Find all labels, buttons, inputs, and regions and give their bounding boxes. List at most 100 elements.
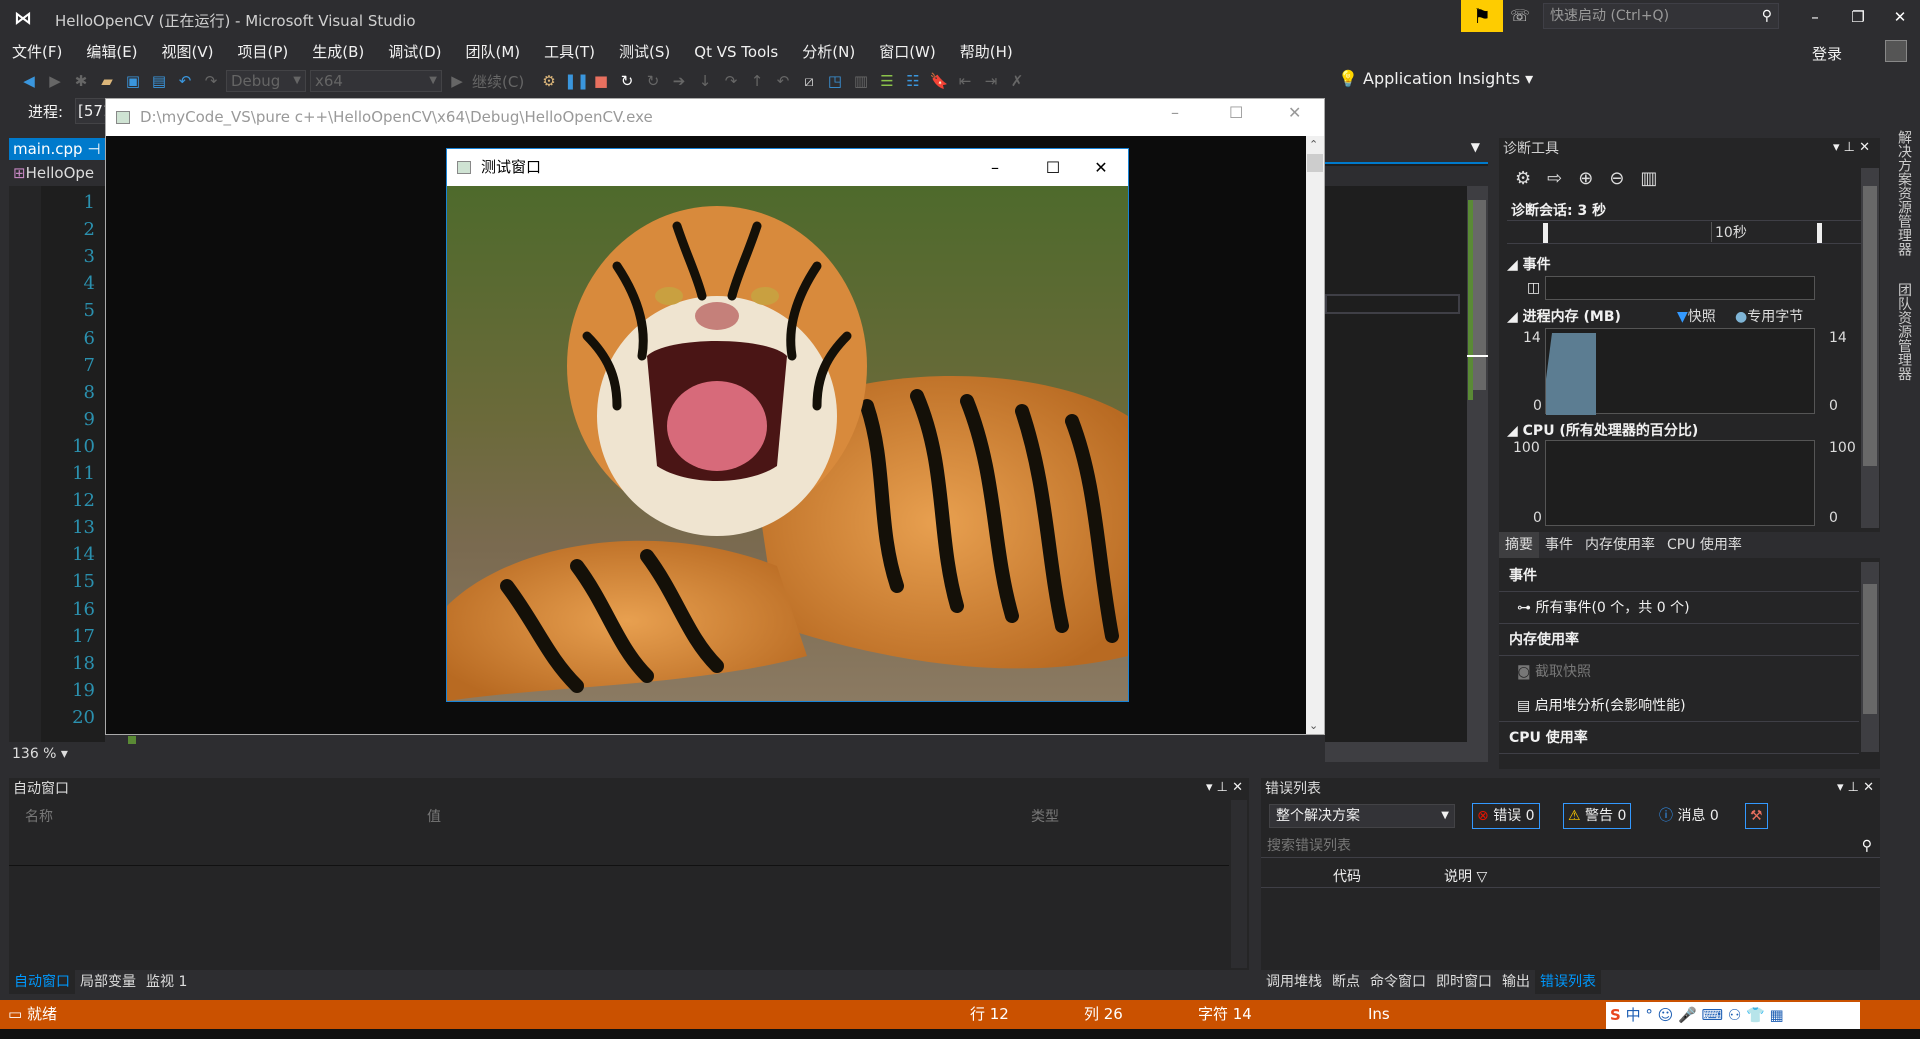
avatar[interactable]	[1885, 40, 1907, 62]
sign-in-link[interactable]: 登录	[1812, 43, 1842, 64]
hex-display-icon[interactable]: ⧄	[798, 70, 820, 92]
column-code[interactable]: 代码	[1333, 866, 1361, 886]
scroll-down-icon[interactable]: ⌄	[1309, 719, 1318, 732]
tab-cpu[interactable]: CPU 使用率	[1661, 532, 1748, 558]
scrollbar-thumb[interactable]	[1307, 154, 1323, 172]
scrollbar-thumb[interactable]	[1863, 584, 1877, 714]
menu-team[interactable]: 团队(M)	[454, 40, 533, 64]
restart-icon[interactable]: ↻	[616, 70, 638, 92]
menu-file[interactable]: 文件(F)	[0, 40, 74, 64]
build-filter-icon[interactable]: ⚒	[1745, 803, 1768, 829]
tab-locals[interactable]: 局部变量	[75, 970, 141, 994]
show-next-statement-icon[interactable]: ➔	[668, 70, 690, 92]
pin-icon[interactable]: ⊣	[87, 140, 100, 158]
quick-launch-input[interactable]: 快速启动 (Ctrl+Q) ⚲	[1543, 3, 1779, 29]
dropdown-icon[interactable]: ▾	[1833, 140, 1840, 155]
search-error-list-input[interactable]: 搜索错误列表 ⚲	[1261, 834, 1880, 858]
restore-button[interactable]: ❐	[1838, 4, 1878, 30]
configuration-select[interactable]: Debug ▼	[226, 70, 306, 92]
events-pause-icon[interactable]: ◫	[1527, 280, 1540, 296]
pause-icon[interactable]: ❚❚	[564, 70, 589, 92]
image-close-button[interactable]: ✕	[1073, 149, 1129, 186]
heap-profiling-button[interactable]: ▤ 启用堆分析(会影响性能)	[1499, 690, 1859, 722]
take-snapshot-button[interactable]: ◙ 截取快照	[1499, 656, 1859, 688]
all-events-link[interactable]: ⊶ 所有事件(0 个，共 0 个)	[1499, 592, 1859, 624]
timeline-ruler[interactable]: 10秒	[1507, 220, 1867, 244]
collapse-icon[interactable]: ◢	[1507, 257, 1518, 273]
continue-icon[interactable]: ▶	[446, 70, 468, 92]
undo-step-icon[interactable]: ↶	[772, 70, 794, 92]
breakpoint-window-icon[interactable]: ◳	[824, 70, 846, 92]
tab-command-window[interactable]: 命令窗口	[1365, 970, 1431, 994]
diag-scrollbar[interactable]	[1861, 168, 1879, 528]
feedback-icon[interactable]: ☏	[1510, 6, 1530, 25]
menu-tools[interactable]: 工具(T)	[532, 40, 607, 64]
new-project-icon[interactable]: ✱	[70, 70, 92, 92]
tab-breakpoints[interactable]: 断点	[1327, 970, 1365, 994]
undo-icon[interactable]: ↶	[174, 70, 196, 92]
tab-memory[interactable]: 内存使用率	[1579, 532, 1661, 558]
pin-icon[interactable]: ⊥	[1217, 780, 1228, 795]
autos-scrollbar[interactable]	[1231, 800, 1247, 968]
continue-button[interactable]: 继续(C)	[472, 71, 534, 92]
console-minimize-button[interactable]: –	[1171, 103, 1179, 122]
open-folder-icon[interactable]: ▰	[96, 70, 118, 92]
forward-icon[interactable]: ▶	[44, 70, 66, 92]
platform-select[interactable]: x64 ▼	[310, 70, 442, 92]
bookmark-icon[interactable]: 🔖	[928, 70, 950, 92]
summary-scrollbar[interactable]	[1861, 562, 1879, 752]
tab-immediate-window[interactable]: 即时窗口	[1431, 970, 1497, 994]
zoom-level-select[interactable]: 136 % ▾	[12, 746, 68, 762]
dropdown-icon[interactable]: ▾	[1837, 780, 1844, 795]
stop-icon[interactable]: ■	[590, 70, 612, 92]
menu-view[interactable]: 视图(V)	[150, 40, 226, 64]
tab-main-cpp[interactable]: main.cpp ⊣	[9, 138, 105, 160]
step-out-icon[interactable]: ↑	[746, 70, 768, 92]
side-tab-team-explorer[interactable]: 团队资源管理器	[1896, 282, 1912, 380]
tab-call-stack[interactable]: 调用堆栈	[1261, 970, 1327, 994]
messages-filter-button[interactable]: ⓘ 消息 0	[1654, 803, 1724, 829]
menu-analyze[interactable]: 分析(N)	[790, 40, 867, 64]
image-window[interactable]: 测试窗口 – ☐ ✕	[446, 148, 1129, 702]
save-all-icon[interactable]: ▤	[148, 70, 170, 92]
filter-icon[interactable]: ▽	[1476, 869, 1487, 885]
collapse-icon[interactable]: ◢	[1507, 309, 1518, 325]
close-icon[interactable]: ✕	[1859, 140, 1870, 155]
zoom-out-icon[interactable]: ⊖	[1609, 168, 1624, 189]
menu-build[interactable]: 生成(B)	[300, 40, 376, 64]
side-tab-solution-explorer[interactable]: 解决方案资源管理器	[1896, 130, 1912, 256]
editor-scrollbar[interactable]	[1467, 186, 1488, 742]
menu-debug[interactable]: 调试(D)	[376, 40, 453, 64]
clear-bookmarks-icon[interactable]: ✗	[1006, 70, 1028, 92]
scroll-up-icon[interactable]: ⌃	[1309, 138, 1318, 151]
next-bookmark-icon[interactable]: ⇥	[980, 70, 1002, 92]
menu-test[interactable]: 测试(S)	[607, 40, 682, 64]
ime-toolbar[interactable]: S 中 ° ☺ 🎤 ⌨ ⚇ 👕 ▦	[1606, 1002, 1860, 1029]
zoom-in-icon[interactable]: ⊕	[1578, 168, 1593, 189]
close-icon[interactable]: ✕	[1232, 780, 1243, 795]
project-nav-dropdown[interactable]: ⊞HelloOpe	[9, 162, 105, 184]
pin-icon[interactable]: ⊥	[1844, 140, 1855, 155]
column-description[interactable]: 说明 ▽	[1444, 866, 1487, 886]
back-icon[interactable]: ◀	[18, 70, 40, 92]
scrollbar-thumb[interactable]	[1863, 186, 1877, 466]
thread-icon[interactable]: ▥	[850, 70, 872, 92]
tab-summary[interactable]: 摘要	[1499, 532, 1539, 558]
redo-icon[interactable]: ↷	[200, 70, 222, 92]
console-scrollbar[interactable]: ⌃ ⌄	[1306, 136, 1324, 734]
select-tools-icon[interactable]: ▥	[1640, 168, 1657, 189]
console-maximize-button[interactable]: ☐	[1229, 103, 1243, 122]
errors-filter-button[interactable]: ⊗ 错误 0	[1472, 803, 1540, 829]
column-value[interactable]: 值	[427, 806, 441, 826]
menu-project[interactable]: 项目(P)	[226, 40, 301, 64]
close-button[interactable]: ✕	[1880, 4, 1920, 30]
pin-icon[interactable]: ⊥	[1848, 780, 1859, 795]
tab-autos[interactable]: 自动窗口	[9, 970, 75, 994]
console-close-button[interactable]: ✕	[1288, 103, 1301, 122]
process-icon[interactable]: ⚙	[538, 70, 560, 92]
save-icon[interactable]: ▣	[122, 70, 144, 92]
close-icon[interactable]: ✕	[1863, 780, 1874, 795]
settings-gear-icon[interactable]: ⚙	[1515, 168, 1531, 189]
timeline-end-handle[interactable]	[1817, 223, 1822, 243]
scope-select[interactable]: 整个解决方案 ▼	[1269, 804, 1455, 828]
